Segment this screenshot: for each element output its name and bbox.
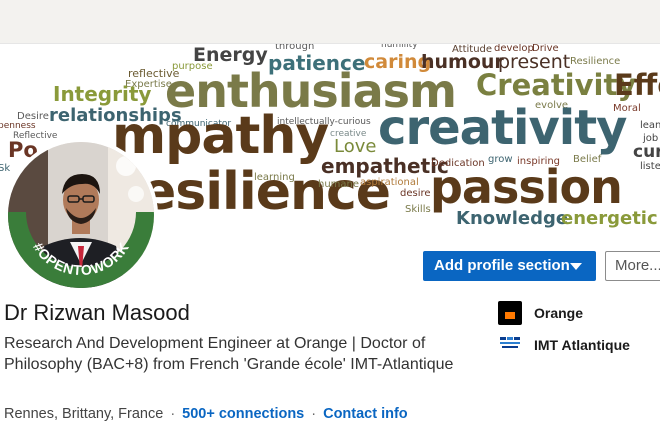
org-name: IMT Atlantique bbox=[534, 337, 630, 353]
imt-atlantique-logo-icon bbox=[498, 333, 522, 357]
cover-word: Sk bbox=[0, 163, 11, 174]
cover-word: lean bbox=[640, 120, 660, 131]
cover-word: Resilience bbox=[570, 56, 621, 67]
add-profile-section-label: Add profile section bbox=[434, 257, 570, 274]
profile-name: Dr Rizwan Masood bbox=[4, 300, 190, 325]
cover-word: Integrity bbox=[53, 82, 152, 106]
cover-word: creativity bbox=[378, 100, 627, 156]
cover-word: penness bbox=[0, 121, 36, 131]
add-profile-section-button[interactable]: Add profile section bbox=[423, 251, 596, 281]
cover-word: Skills bbox=[405, 204, 431, 215]
cover-word: cur bbox=[633, 142, 660, 162]
location-text: Rennes, Brittany, France bbox=[4, 406, 164, 422]
cover-word: passion bbox=[430, 160, 623, 214]
cover-word: Effe bbox=[614, 68, 660, 102]
cover-word: Creativity bbox=[476, 68, 637, 102]
cover-word: listen bbox=[640, 161, 660, 172]
caret-down-icon bbox=[570, 263, 582, 270]
cover-word: Knowledge bbox=[456, 208, 569, 229]
contact-info-link[interactable]: Contact info bbox=[323, 406, 408, 422]
cover-word: learning bbox=[254, 172, 295, 183]
profile-headline: Research And Development Engineer at Ora… bbox=[4, 335, 454, 373]
profile-location-row: Rennes, Brittany, France · 500+ connection… bbox=[4, 406, 408, 422]
separator-dot: · bbox=[170, 406, 176, 422]
separator-dot: · bbox=[311, 406, 317, 422]
org-name: Orange bbox=[534, 305, 584, 321]
profile-photo-frame[interactable]: #OPENTOWORK bbox=[4, 138, 158, 292]
avatar[interactable]: #OPENTOWORK bbox=[8, 142, 154, 288]
top-navigation-bar bbox=[0, 0, 660, 44]
cover-word: mpathy bbox=[112, 106, 329, 166]
cover-word: energetic bbox=[561, 208, 658, 229]
profile-photo: #OPENTOWORK bbox=[8, 142, 154, 288]
cover-word: desire bbox=[400, 188, 431, 199]
cover-word: humility bbox=[381, 44, 418, 50]
cover-word: aspirational bbox=[360, 177, 419, 188]
orange-logo-icon bbox=[498, 301, 522, 325]
connections-link[interactable]: 500+ connections bbox=[182, 406, 304, 422]
cover-word: humane bbox=[318, 179, 360, 190]
more-button[interactable]: More... bbox=[605, 251, 660, 281]
